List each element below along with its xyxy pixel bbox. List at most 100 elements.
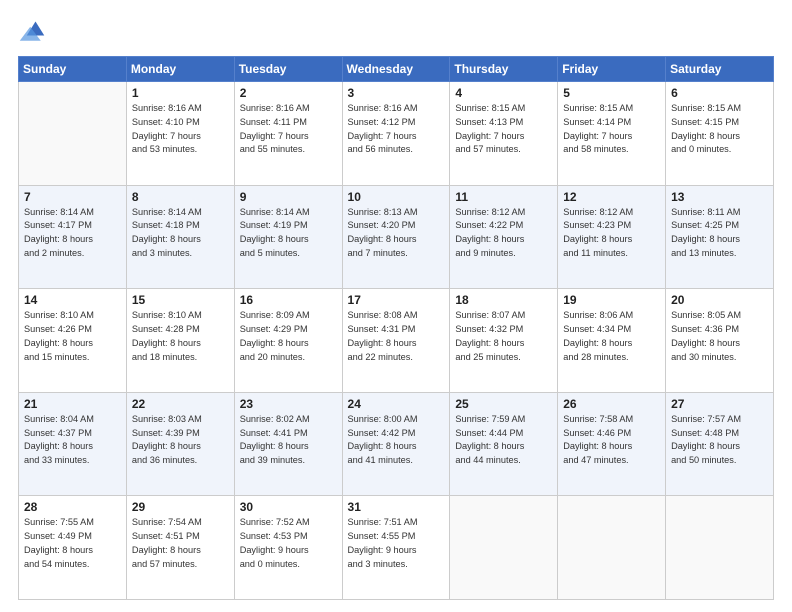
cal-cell: 12Sunrise: 8:12 AMSunset: 4:23 PMDayligh… [558, 185, 666, 289]
day-header-wednesday: Wednesday [342, 57, 450, 82]
logo [18, 18, 50, 46]
day-number: 14 [24, 293, 121, 307]
day-header-monday: Monday [126, 57, 234, 82]
day-number: 29 [132, 500, 229, 514]
day-info: Sunrise: 8:15 AMSunset: 4:13 PMDaylight:… [455, 102, 552, 157]
cal-cell: 19Sunrise: 8:06 AMSunset: 4:34 PMDayligh… [558, 289, 666, 393]
day-info: Sunrise: 8:12 AMSunset: 4:22 PMDaylight:… [455, 206, 552, 261]
day-info: Sunrise: 8:08 AMSunset: 4:31 PMDaylight:… [348, 309, 445, 364]
day-number: 28 [24, 500, 121, 514]
calendar-table: SundayMondayTuesdayWednesdayThursdayFrid… [18, 56, 774, 600]
cal-cell: 29 Sunrise: 7:54 AMSunset: 4:51 PMDayligh… [126, 496, 234, 600]
day-number: 24 [348, 397, 445, 411]
day-info: Sunrise: 8:13 AMSunset: 4:20 PMDaylight:… [348, 206, 445, 261]
day-number: 26 [563, 397, 660, 411]
day-number: 7 [24, 190, 121, 204]
day-info: Sunrise: 8:16 AMSunset: 4:12 PMDaylight:… [348, 102, 445, 157]
day-number: 9 [240, 190, 337, 204]
day-info: Sunrise: 8:05 AMSunset: 4:36 PMDaylight:… [671, 309, 768, 364]
day-number: 21 [24, 397, 121, 411]
day-number: 30 [240, 500, 337, 514]
day-number: 15 [132, 293, 229, 307]
day-info: Sunrise: 8:07 AMSunset: 4:32 PMDaylight:… [455, 309, 552, 364]
day-number: 27 [671, 397, 768, 411]
cal-cell: 21 Sunrise: 8:04 AMSunset: 4:37 PMDayligh… [19, 392, 127, 496]
day-number: 25 [455, 397, 552, 411]
logo-icon [18, 18, 46, 46]
day-info: Sunrise: 8:14 AMSunset: 4:19 PMDaylight:… [240, 206, 337, 261]
day-number: 17 [348, 293, 445, 307]
day-number: 18 [455, 293, 552, 307]
day-info: Sunrise: 8:04 AMSunset: 4:37 PMDaylight:… [24, 413, 121, 468]
cal-cell: 30 Sunrise: 7:52 AMSunset: 4:53 PMDayligh… [234, 496, 342, 600]
page: SundayMondayTuesdayWednesdayThursdayFrid… [0, 0, 792, 612]
cal-cell: 28 Sunrise: 7:55 AMSunset: 4:49 PMDayligh… [19, 496, 127, 600]
day-info: Sunrise: 7:57 AMSunset: 4:48 PMDaylight:… [671, 413, 768, 468]
cal-cell: 11Sunrise: 8:12 AMSunset: 4:22 PMDayligh… [450, 185, 558, 289]
day-number: 4 [455, 86, 552, 100]
cal-cell: 5 Sunrise: 8:15 AMSunset: 4:14 PMDaylight… [558, 82, 666, 186]
cal-cell [666, 496, 774, 600]
day-number: 1 [132, 86, 229, 100]
day-info: Sunrise: 7:55 AMSunset: 4:49 PMDaylight:… [24, 516, 121, 571]
day-info: Sunrise: 7:52 AMSunset: 4:53 PMDaylight:… [240, 516, 337, 571]
cal-cell: 31 Sunrise: 7:51 AMSunset: 4:55 PMDayligh… [342, 496, 450, 600]
day-number: 20 [671, 293, 768, 307]
day-info: Sunrise: 8:02 AMSunset: 4:41 PMDaylight:… [240, 413, 337, 468]
cal-cell: 13Sunrise: 8:11 AMSunset: 4:25 PMDayligh… [666, 185, 774, 289]
day-header-friday: Friday [558, 57, 666, 82]
day-info: Sunrise: 8:11 AMSunset: 4:25 PMDaylight:… [671, 206, 768, 261]
header [18, 18, 774, 46]
cal-cell [19, 82, 127, 186]
day-header-tuesday: Tuesday [234, 57, 342, 82]
day-number: 3 [348, 86, 445, 100]
cal-cell: 2 Sunrise: 8:16 AMSunset: 4:11 PMDaylight… [234, 82, 342, 186]
cal-cell: 27 Sunrise: 7:57 AMSunset: 4:48 PMDayligh… [666, 392, 774, 496]
cal-cell: 7 Sunrise: 8:14 AMSunset: 4:17 PMDaylight… [19, 185, 127, 289]
day-info: Sunrise: 8:15 AMSunset: 4:14 PMDaylight:… [563, 102, 660, 157]
day-info: Sunrise: 8:12 AMSunset: 4:23 PMDaylight:… [563, 206, 660, 261]
day-info: Sunrise: 7:54 AMSunset: 4:51 PMDaylight:… [132, 516, 229, 571]
cal-cell: 15Sunrise: 8:10 AMSunset: 4:28 PMDayligh… [126, 289, 234, 393]
day-info: Sunrise: 8:09 AMSunset: 4:29 PMDaylight:… [240, 309, 337, 364]
day-number: 5 [563, 86, 660, 100]
day-number: 22 [132, 397, 229, 411]
day-number: 10 [348, 190, 445, 204]
day-info: Sunrise: 8:03 AMSunset: 4:39 PMDaylight:… [132, 413, 229, 468]
cal-cell: 22 Sunrise: 8:03 AMSunset: 4:39 PMDayligh… [126, 392, 234, 496]
cal-cell: 8 Sunrise: 8:14 AMSunset: 4:18 PMDaylight… [126, 185, 234, 289]
cal-cell: 10 Sunrise: 8:13 AMSunset: 4:20 PMDayligh… [342, 185, 450, 289]
cal-cell: 26 Sunrise: 7:58 AMSunset: 4:46 PMDayligh… [558, 392, 666, 496]
cal-cell: 18 Sunrise: 8:07 AMSunset: 4:32 PMDayligh… [450, 289, 558, 393]
cal-cell: 23 Sunrise: 8:02 AMSunset: 4:41 PMDayligh… [234, 392, 342, 496]
cal-cell: 6 Sunrise: 8:15 AMSunset: 4:15 PMDaylight… [666, 82, 774, 186]
day-header-thursday: Thursday [450, 57, 558, 82]
day-info: Sunrise: 8:16 AMSunset: 4:11 PMDaylight:… [240, 102, 337, 157]
day-number: 6 [671, 86, 768, 100]
day-number: 23 [240, 397, 337, 411]
cal-cell [558, 496, 666, 600]
day-number: 2 [240, 86, 337, 100]
cal-cell: 25 Sunrise: 7:59 AMSunset: 4:44 PMDayligh… [450, 392, 558, 496]
cal-cell: 9 Sunrise: 8:14 AMSunset: 4:19 PMDaylight… [234, 185, 342, 289]
day-header-saturday: Saturday [666, 57, 774, 82]
cal-cell: 17 Sunrise: 8:08 AMSunset: 4:31 PMDayligh… [342, 289, 450, 393]
day-info: Sunrise: 8:06 AMSunset: 4:34 PMDaylight:… [563, 309, 660, 364]
cal-cell [450, 496, 558, 600]
cal-cell: 16 Sunrise: 8:09 AMSunset: 4:29 PMDayligh… [234, 289, 342, 393]
day-number: 8 [132, 190, 229, 204]
day-info: Sunrise: 8:14 AMSunset: 4:18 PMDaylight:… [132, 206, 229, 261]
day-info: Sunrise: 8:16 AMSunset: 4:10 PMDaylight:… [132, 102, 229, 157]
cal-cell: 3 Sunrise: 8:16 AMSunset: 4:12 PMDaylight… [342, 82, 450, 186]
day-info: Sunrise: 8:14 AMSunset: 4:17 PMDaylight:… [24, 206, 121, 261]
cal-cell: 4 Sunrise: 8:15 AMSunset: 4:13 PMDaylight… [450, 82, 558, 186]
day-info: Sunrise: 7:58 AMSunset: 4:46 PMDaylight:… [563, 413, 660, 468]
day-number: 31 [348, 500, 445, 514]
day-info: Sunrise: 7:59 AMSunset: 4:44 PMDaylight:… [455, 413, 552, 468]
day-number: 16 [240, 293, 337, 307]
day-header-sunday: Sunday [19, 57, 127, 82]
day-info: Sunrise: 7:51 AMSunset: 4:55 PMDaylight:… [348, 516, 445, 571]
day-info: Sunrise: 8:00 AMSunset: 4:42 PMDaylight:… [348, 413, 445, 468]
cal-cell: 14Sunrise: 8:10 AMSunset: 4:26 PMDayligh… [19, 289, 127, 393]
day-info: Sunrise: 8:15 AMSunset: 4:15 PMDaylight:… [671, 102, 768, 157]
